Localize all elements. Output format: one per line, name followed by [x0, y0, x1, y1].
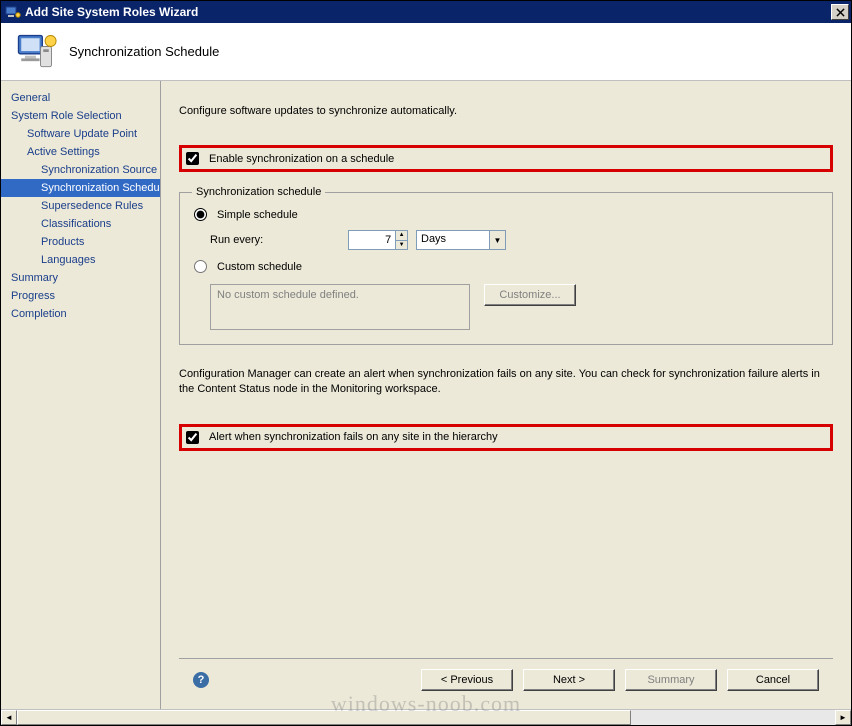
header-icon [13, 30, 57, 74]
nav-supersedence-rules[interactable]: Supersedence Rules [1, 197, 160, 215]
wizard-window: Add Site System Roles Wizard Synchroniza… [0, 0, 852, 726]
alert-checkbox-input[interactable] [186, 431, 199, 444]
window-title: Add Site System Roles Wizard [25, 5, 831, 19]
scroll-right-icon[interactable]: ► [835, 710, 851, 725]
alert-info-text: Configuration Manager can create an aler… [179, 367, 833, 398]
titlebar: Add Site System Roles Wizard [1, 1, 851, 23]
nav-summary[interactable]: Summary [1, 269, 160, 287]
nav-active-settings[interactable]: Active Settings [1, 143, 160, 161]
nav-classifications[interactable]: Classifications [1, 215, 160, 233]
previous-button[interactable]: < Previous [421, 669, 513, 691]
cancel-button[interactable]: Cancel [727, 669, 819, 691]
nav-sidebar: General System Role Selection Software U… [1, 81, 161, 709]
wizard-buttons: ? < Previous Next > Summary Cancel [179, 658, 833, 701]
nav-software-update-point[interactable]: Software Update Point [1, 125, 160, 143]
alert-label: Alert when synchronization fails on any … [209, 431, 498, 443]
custom-schedule-radio-input[interactable] [194, 260, 207, 273]
nav-system-role-selection[interactable]: System Role Selection [1, 107, 160, 125]
nav-sync-schedule[interactable]: Synchronization Schedule [1, 179, 160, 197]
enable-sync-checkbox-input[interactable] [186, 152, 199, 165]
custom-schedule-area: No custom schedule defined. Customize... [210, 284, 820, 330]
app-icon [5, 4, 21, 20]
custom-schedule-text: No custom schedule defined. [210, 284, 470, 330]
description-text: Configure software updates to synchroniz… [179, 105, 833, 117]
scroll-track[interactable] [17, 710, 835, 725]
nav-general[interactable]: General [1, 89, 160, 107]
help-icon[interactable]: ? [193, 672, 209, 688]
simple-schedule-label: Simple schedule [217, 209, 298, 221]
interval-unit-value: Days [417, 231, 489, 249]
summary-button: Summary [625, 669, 717, 691]
chevron-down-icon[interactable]: ▼ [489, 231, 505, 249]
enable-sync-checkbox[interactable]: Enable synchronization on a schedule [186, 152, 394, 165]
horizontal-scrollbar[interactable]: ◄ ► [1, 709, 851, 725]
simple-schedule-radio-input[interactable] [194, 208, 207, 221]
spinner-down-icon[interactable]: ▼ [396, 241, 407, 250]
custom-schedule-label: Custom schedule [217, 261, 302, 273]
customize-button: Customize... [484, 284, 576, 306]
interval-input[interactable] [349, 231, 395, 249]
run-every-row: Run every: ▲ ▼ Days ▼ [210, 230, 820, 250]
wizard-header: Synchronization Schedule [1, 23, 851, 81]
nav-sync-source[interactable]: Synchronization Source [1, 161, 160, 179]
nav-completion[interactable]: Completion [1, 305, 160, 323]
scroll-thumb[interactable] [17, 710, 631, 725]
sync-schedule-group: Synchronization schedule Simple schedule… [179, 186, 833, 345]
simple-schedule-radio[interactable]: Simple schedule [194, 208, 298, 221]
spinner-up-icon[interactable]: ▲ [396, 231, 407, 241]
nav-progress[interactable]: Progress [1, 287, 160, 305]
enable-sync-label: Enable synchronization on a schedule [209, 153, 394, 165]
enable-sync-highlight: Enable synchronization on a schedule [179, 145, 833, 172]
nav-languages[interactable]: Languages [1, 251, 160, 269]
sync-schedule-legend: Synchronization schedule [192, 186, 325, 198]
interval-unit-combo[interactable]: Days ▼ [416, 230, 506, 250]
spinner-buttons[interactable]: ▲ ▼ [395, 231, 407, 249]
wizard-body: General System Role Selection Software U… [1, 81, 851, 709]
next-button[interactable]: Next > [523, 669, 615, 691]
close-button[interactable] [831, 4, 849, 20]
page-title: Synchronization Schedule [69, 44, 219, 59]
alert-checkbox[interactable]: Alert when synchronization fails on any … [186, 431, 498, 444]
alert-highlight: Alert when synchronization fails on any … [179, 424, 833, 451]
nav-products[interactable]: Products [1, 233, 160, 251]
custom-schedule-radio[interactable]: Custom schedule [194, 260, 302, 273]
run-every-label: Run every: [210, 234, 340, 246]
interval-spinner[interactable]: ▲ ▼ [348, 230, 408, 250]
scroll-left-icon[interactable]: ◄ [1, 710, 17, 725]
wizard-content: Configure software updates to synchroniz… [161, 81, 851, 709]
